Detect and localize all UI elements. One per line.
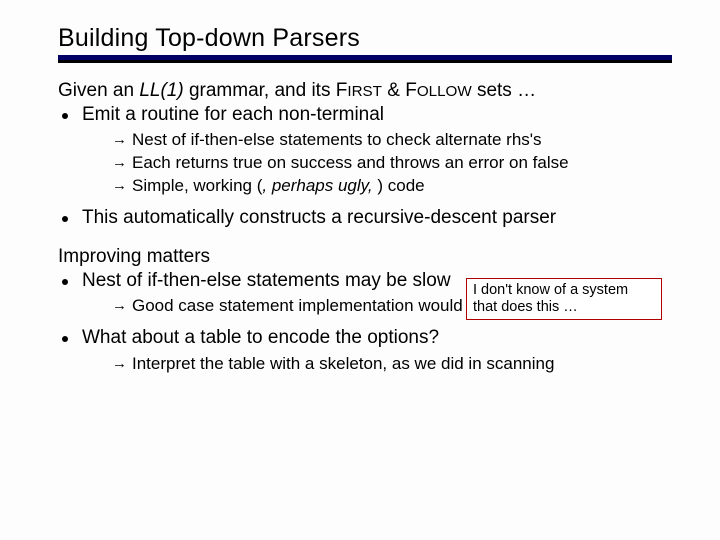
sub-1-3: → Simple, working (, perhaps ugly, ) cod… <box>112 175 668 198</box>
sub-1-1-text: Nest of if-then-else statements to check… <box>132 129 542 152</box>
sub-1-3a: Simple, working ( <box>132 176 262 195</box>
bullet-4-text: What about a table to encode the options… <box>82 326 439 351</box>
bullet-1-text: Emit a routine for each non-terminal <box>82 103 384 128</box>
arrow-icon: → <box>112 153 132 173</box>
sub-4-1-text: Interpret the table with a skeleton, as … <box>132 353 554 376</box>
sub-1-3b: ) code <box>373 176 425 195</box>
arrow-icon: → <box>112 296 132 316</box>
bullet-4: What about a table to encode the options… <box>58 326 668 351</box>
arrow-icon: → <box>112 354 132 374</box>
bullet-dot-icon <box>62 279 68 285</box>
sub-1-2: → Each returns true on success and throw… <box>112 152 668 175</box>
intro-line: Given an LL(1) grammar, and its FIRST & … <box>58 79 668 103</box>
slide: Building Top-down Parsers Given an LL(1)… <box>0 0 720 404</box>
sub-1-3-text: Simple, working (, perhaps ugly, ) code <box>132 175 425 198</box>
bullet-dot-icon <box>62 216 68 222</box>
bullet-2-text: This automatically constructs a recursiv… <box>82 206 556 231</box>
sub-1-3i: , perhaps ugly, <box>262 176 372 195</box>
arrow-icon: → <box>112 130 132 150</box>
bullet-3-text: Nest of if-then-else statements may be s… <box>82 269 451 294</box>
section-2-heading: Improving matters <box>58 245 668 269</box>
slide-title: Building Top-down Parsers <box>58 24 668 53</box>
sub-1-1: → Nest of if-then-else statements to che… <box>112 129 668 152</box>
sub-4-1: → Interpret the table with a skeleton, a… <box>112 353 668 376</box>
sub-1-2-text: Each returns true on success and throws … <box>132 152 569 175</box>
title-rule-inner <box>58 55 672 60</box>
bullet-1-subs: → Nest of if-then-else statements to che… <box>112 129 668 198</box>
bullet-dot-icon <box>62 336 68 342</box>
bullet-2: This automatically constructs a recursiv… <box>58 206 668 231</box>
title-rule <box>58 55 672 63</box>
bullet-1: Emit a routine for each non-terminal <box>58 103 668 128</box>
bullet-4-subs: → Interpret the table with a skeleton, a… <box>112 353 668 376</box>
callout-text: I don't know of a system that does this … <box>473 282 628 315</box>
callout-box: I don't know of a system that does this … <box>466 278 662 320</box>
bullet-dot-icon <box>62 113 68 119</box>
arrow-icon: → <box>112 176 132 196</box>
